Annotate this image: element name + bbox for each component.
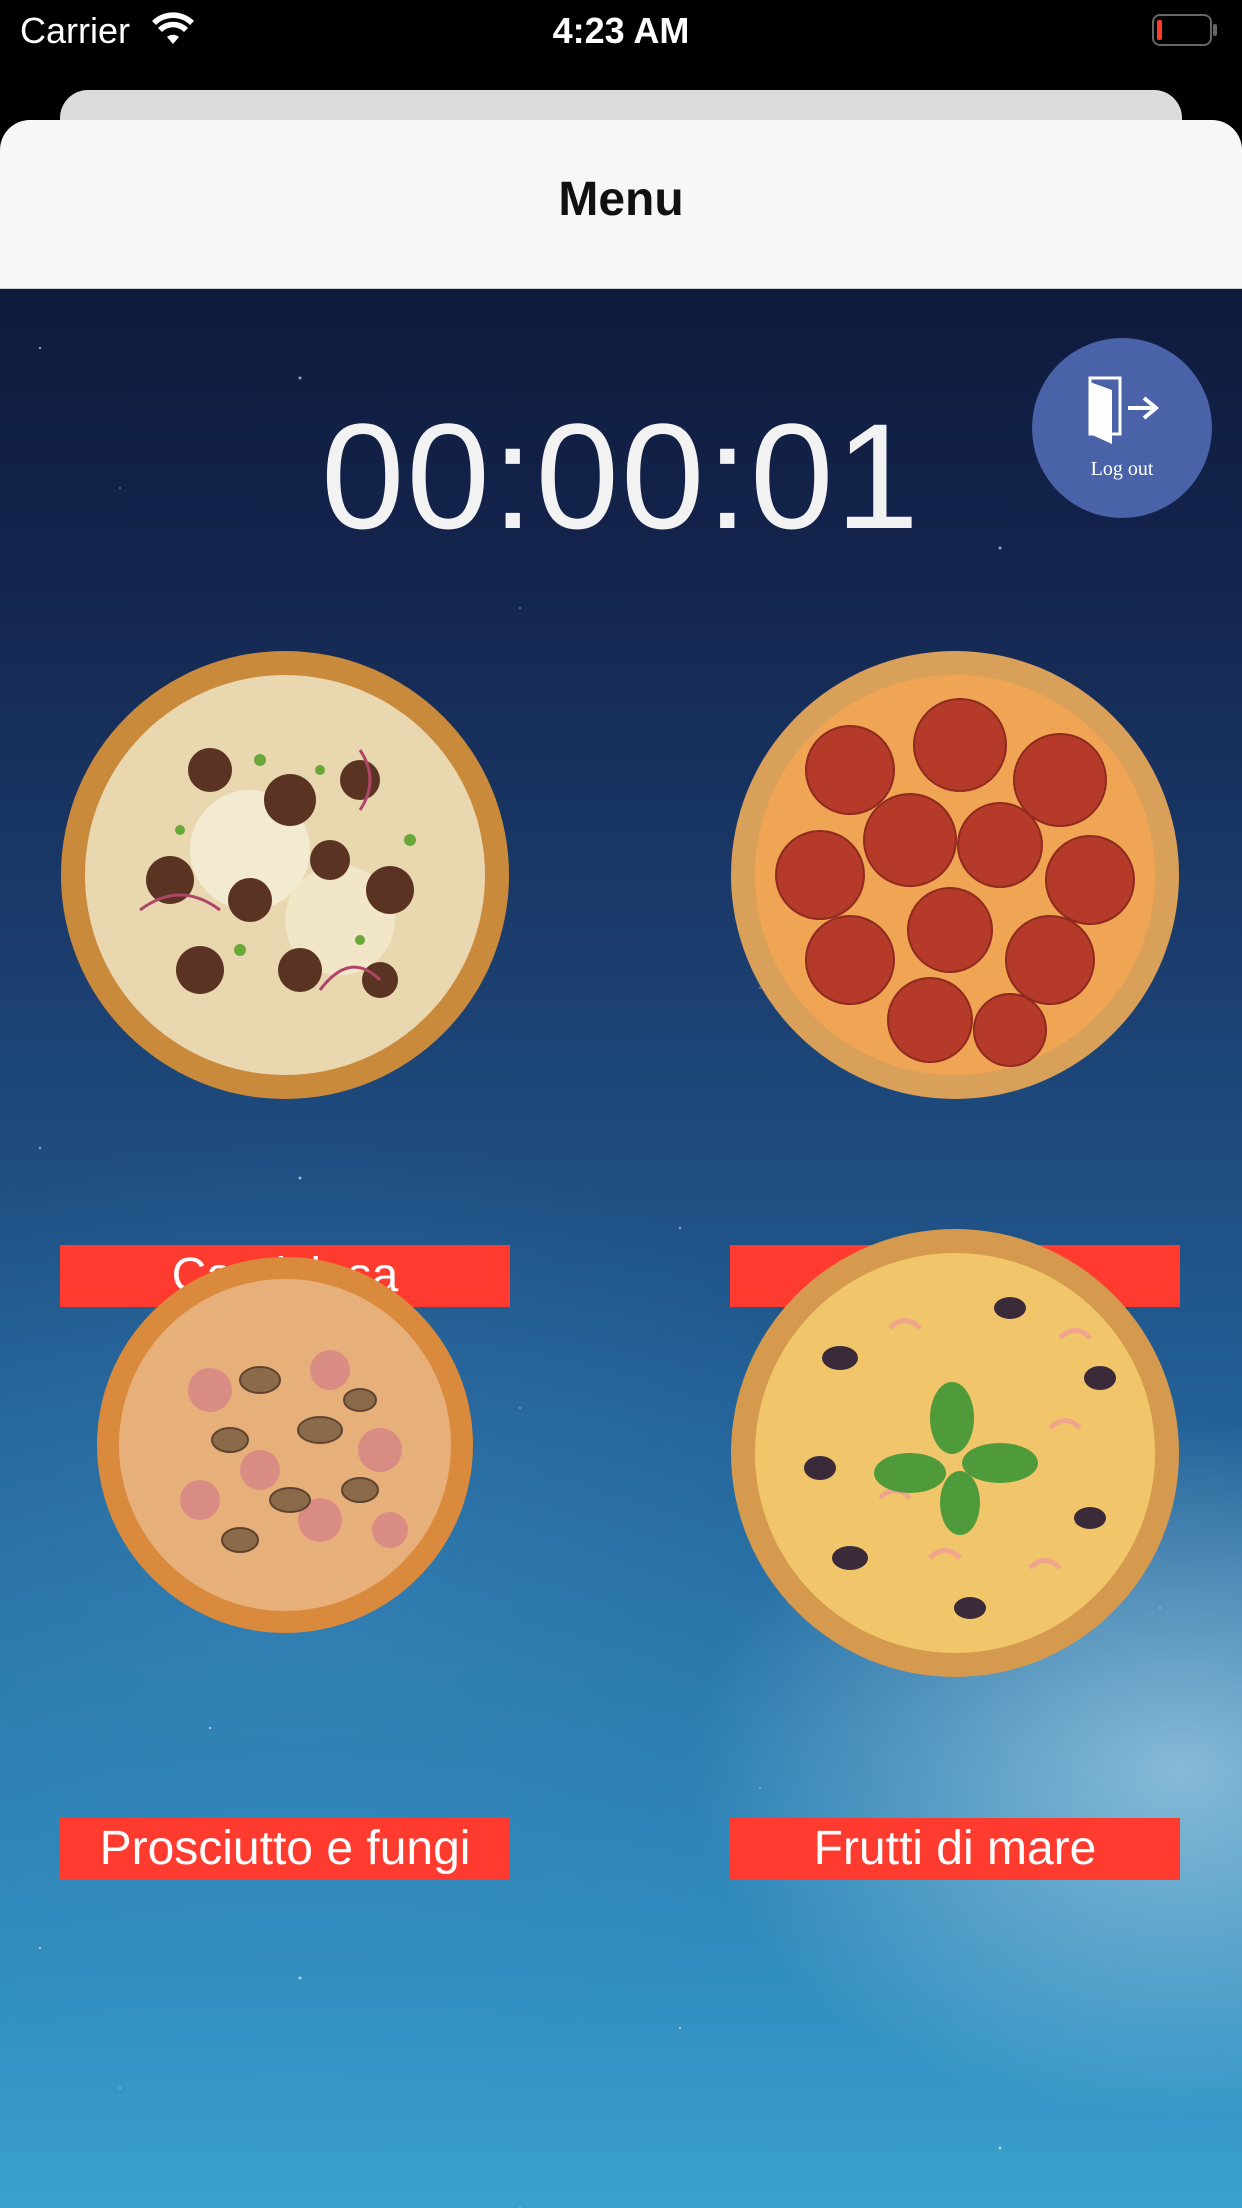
battery-low-icon — [1152, 14, 1217, 46]
status-time: 4:23 AM — [552, 10, 690, 51]
status-bar: Carrier 4:23 AM — [0, 0, 1242, 90]
logout-label: Log out — [1090, 458, 1154, 480]
menu-sheet: Menu 00:00:01 Log out Prosciutto e fungi… — [0, 120, 1242, 2208]
logout-door-icon — [1088, 376, 1160, 444]
navigation-bar: Menu — [0, 120, 1242, 289]
pizza-prosciutto-image[interactable] — [60, 1230, 510, 1680]
pizza-capriciosa-image[interactable] — [60, 650, 510, 1100]
pizza-label-frutti-di-mare[interactable]: Frutti di mare — [730, 1818, 1180, 1880]
pizza-label-prosciutto-e-fungi[interactable]: Prosciutto e fungi — [60, 1818, 510, 1880]
logout-button[interactable]: Log out — [1032, 338, 1212, 518]
page-title: Menu — [558, 173, 684, 226]
pizza-diavola-image[interactable] — [730, 650, 1180, 1100]
pizza-frutti-di-mare-image[interactable] — [730, 1228, 1180, 1678]
